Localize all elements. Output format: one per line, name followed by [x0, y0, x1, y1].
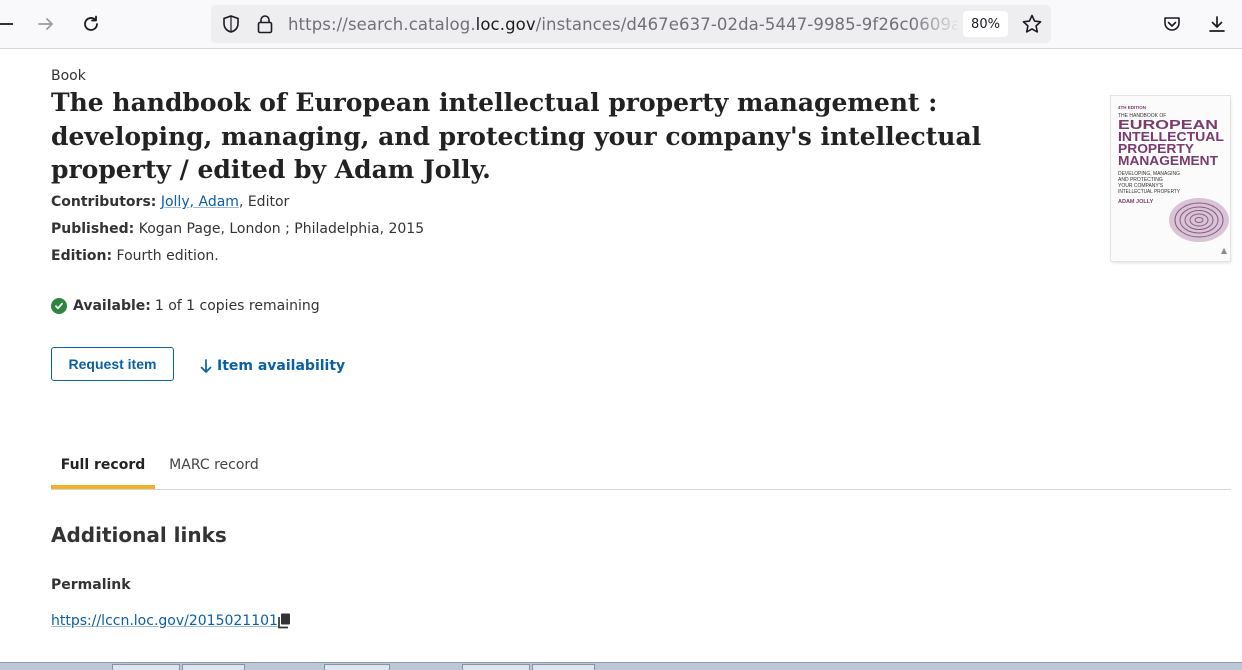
record-title: The handbook of European intellectual pr… — [51, 88, 982, 184]
arrow-down-icon — [200, 359, 212, 373]
back-arrow-icon — [0, 23, 13, 25]
additional-links-heading: Additional links — [51, 523, 227, 547]
url-path: /instances/d467e637-02da-5447-9985-9f26c… — [535, 15, 958, 34]
back-button[interactable] — [0, 10, 20, 38]
url-fade — [911, 9, 961, 39]
publisher-mark — [1221, 248, 1227, 254]
url-text[interactable]: https://search.catalog.loc.gov/instances… — [288, 15, 958, 34]
forward-arrow-icon — [38, 18, 53, 30]
address-bar[interactable]: https://search.catalog.loc.gov/instances… — [211, 5, 1051, 43]
format-label: Book — [51, 68, 86, 84]
permalink-heading: Permalink — [51, 577, 131, 593]
permalink-link[interactable]: https://lccn.loc.gov/2015021101 — [51, 613, 278, 629]
tab-full-record[interactable]: Full record — [51, 440, 155, 489]
availability-status: Available: 1 of 1 copies remaining — [51, 298, 320, 314]
contributors-label: Contributors: — [51, 194, 157, 210]
book-cover-art: 4TH EDITION THE HANDBOOK OF EUROPEAN INT… — [1118, 105, 1229, 254]
bookmark-star-icon[interactable] — [1021, 13, 1043, 35]
contributors-row: Contributors: Jolly, Adam, Editor — [51, 194, 289, 210]
cover-subtitle-line-4: INTELLECTUAL PROPERTY — [1118, 189, 1181, 195]
reload-icon — [84, 15, 98, 31]
published-label: Published: — [51, 221, 135, 237]
record-tabs: Full record MARC record — [51, 440, 1231, 490]
item-availability-link[interactable]: Item availability — [198, 357, 345, 375]
url-prefix: https://search.catalog. — [288, 15, 476, 34]
fingerprint-graphic — [1169, 198, 1229, 242]
taskbar-item[interactable] — [112, 664, 180, 670]
cover-title-line-5: MANAGEMENT — [1118, 153, 1218, 168]
reload-button[interactable] — [77, 10, 105, 38]
check-circle-icon — [51, 298, 67, 314]
request-item-button[interactable]: Request item — [51, 347, 174, 381]
availability-text: 1 of 1 copies remaining — [154, 298, 320, 314]
taskbar-item[interactable] — [532, 664, 595, 670]
edition-value: Fourth edition. — [116, 248, 219, 264]
contributor-role: , Editor — [238, 194, 290, 210]
forward-button[interactable] — [32, 10, 60, 38]
lock-icon[interactable] — [256, 14, 274, 34]
taskbar-item[interactable] — [324, 664, 390, 670]
zoom-level-badge[interactable]: 80% — [963, 11, 1008, 37]
availability-label: Available: — [73, 298, 151, 314]
edition-row: Edition: Fourth edition. — [51, 248, 219, 264]
downloads-button[interactable] — [1203, 10, 1231, 38]
cover-author: ADAM JOLLY — [1118, 199, 1154, 205]
item-availability-label: Item availability — [217, 358, 346, 374]
book-cover-image[interactable]: 4TH EDITION THE HANDBOOK OF EUROPEAN INT… — [1111, 96, 1230, 261]
download-icon — [1209, 16, 1225, 32]
taskbar-item[interactable] — [182, 664, 245, 670]
shield-icon[interactable] — [221, 14, 241, 34]
url-domain: loc.gov — [475, 15, 536, 34]
contributor-link[interactable]: Jolly, Adam — [161, 194, 239, 210]
pocket-button[interactable] — [1158, 10, 1186, 38]
pocket-icon — [1164, 17, 1180, 31]
published-value: Kogan Page, London ; Philadelphia, 2015 — [138, 221, 425, 237]
browser-toolbar: https://search.catalog.loc.gov/instances… — [0, 0, 1242, 49]
copy-icon[interactable] — [276, 612, 294, 630]
published-row: Published: Kogan Page, London ; Philadel… — [51, 221, 424, 237]
edition-label: Edition: — [51, 248, 113, 264]
tab-marc-record[interactable]: MARC record — [159, 440, 269, 489]
cover-edition: 4TH EDITION — [1118, 105, 1146, 110]
taskbar-item[interactable] — [462, 664, 530, 670]
